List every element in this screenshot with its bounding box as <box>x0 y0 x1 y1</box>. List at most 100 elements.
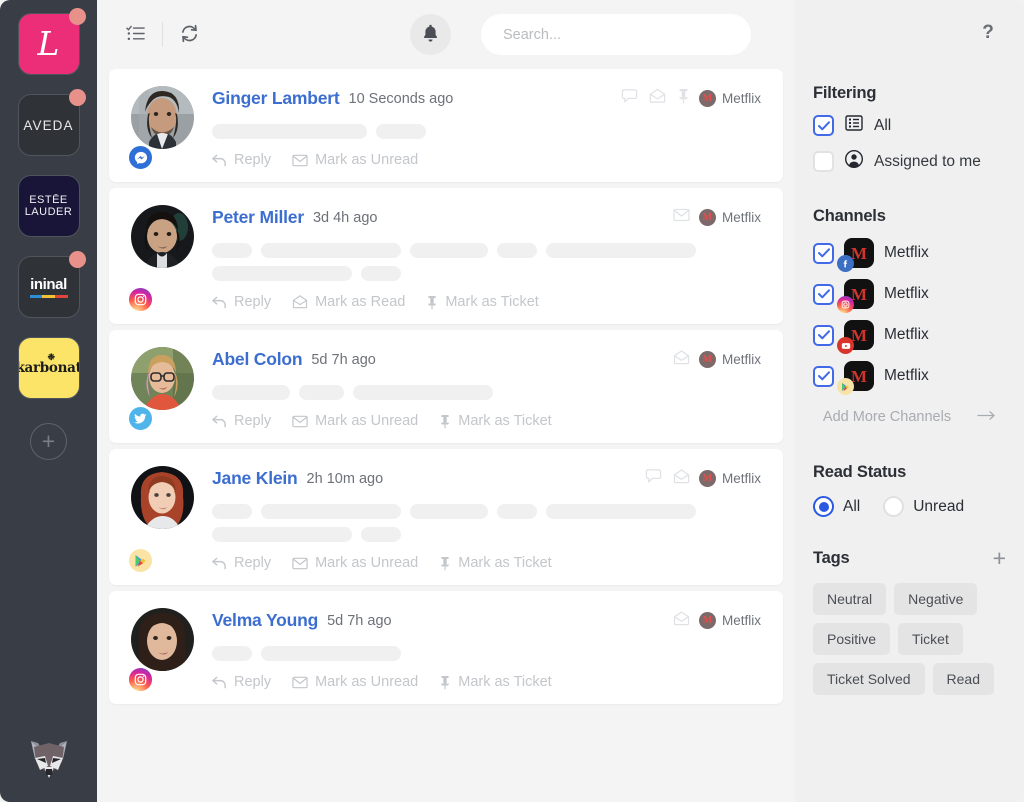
envelope-open-icon[interactable] <box>673 610 690 631</box>
brand-tile-loreal[interactable]: L <box>17 8 86 75</box>
source-avatar: M <box>698 90 716 107</box>
reply-action[interactable]: Reply <box>212 413 271 429</box>
mark-unread-action[interactable]: Mark as Unread <box>292 674 418 690</box>
channel-checkbox[interactable] <box>813 324 834 346</box>
card-header: Velma Young 5d 7h ago M Metflix <box>212 610 761 631</box>
reply-label: Reply <box>234 294 272 310</box>
mark-unread-action[interactable]: Mark as Unread <box>292 413 418 429</box>
skeleton-row <box>212 124 761 139</box>
message-card[interactable]: Jane Klein 2h 10m ago M Metflix Reply Ma… <box>109 449 783 585</box>
top-toolbar <box>97 0 795 69</box>
pin-icon[interactable] <box>677 88 690 109</box>
filter-option-assigned-to-me[interactable]: Assigned to me <box>813 149 1006 173</box>
sender-name[interactable]: Jane Klein <box>212 468 298 489</box>
filter-option-all[interactable]: All <box>813 115 1006 136</box>
skeleton-bar <box>546 243 696 258</box>
channel-row[interactable]: M Metflix <box>813 361 1006 395</box>
channel-avatar: M <box>837 279 874 313</box>
reply-action[interactable]: Reply <box>212 294 271 310</box>
mark-ticket-action[interactable]: Mark as Ticket <box>439 413 552 429</box>
message-card[interactable]: Ginger Lambert 10 Seconds ago M Metflix … <box>109 69 783 182</box>
channel-checkbox[interactable] <box>813 242 834 264</box>
arrow-right-icon <box>977 409 996 425</box>
envelope-open-icon[interactable] <box>673 468 690 489</box>
message-preview-skeleton <box>212 243 761 281</box>
tag-chip[interactable]: Negative <box>894 583 978 615</box>
reply-action[interactable]: Reply <box>212 152 271 168</box>
brand-logo-karbonat: ❉ karbonat <box>17 337 80 399</box>
channel-avatar: M <box>837 361 874 395</box>
pin-icon <box>426 295 438 310</box>
channel-row[interactable]: M Metflix <box>813 320 1006 354</box>
timestamp: 3d 4h ago <box>312 209 378 226</box>
mark-unread-action[interactable]: Mark as Unread <box>292 555 418 571</box>
mark-ticket-action[interactable]: Mark as Ticket <box>426 294 539 310</box>
sender-name[interactable]: Velma Young <box>212 610 318 631</box>
radio-all[interactable] <box>813 496 834 517</box>
brand-tile-ininal[interactable]: ininal <box>17 251 86 318</box>
add-tag-button[interactable]: + <box>993 547 1006 570</box>
read-status-title: Read Status <box>813 463 907 481</box>
channel-row[interactable]: M Metflix <box>813 238 1006 272</box>
message-card[interactable]: Velma Young 5d 7h ago M Metflix Reply Ma… <box>109 591 783 704</box>
channel-checkbox[interactable] <box>813 283 834 305</box>
mark-unread-action[interactable]: Mark as Unread <box>292 152 418 168</box>
sender-name[interactable]: Peter Miller <box>212 207 304 228</box>
tag-chip[interactable]: Positive <box>813 623 891 655</box>
ininal-color-bars <box>29 295 68 298</box>
timestamp: 2h 10m ago <box>306 470 384 487</box>
brand-tile-estee-lauder[interactable]: ESTĒE LAUDER <box>17 175 80 237</box>
add-more-channels-button[interactable]: Add More Channels <box>813 409 1006 425</box>
message-card[interactable]: Peter Miller 3d 4h ago M Metflix Reply M… <box>109 188 783 324</box>
channel-badge-googleplay <box>127 547 154 574</box>
avatar-wrapper <box>127 347 194 432</box>
card-body: Abel Colon 5d 7h ago M Metflix Reply Mar… <box>212 347 761 429</box>
tag-chip[interactable]: Ticket <box>898 623 963 655</box>
skeleton-row <box>212 646 761 661</box>
channel-name: Metflix <box>884 326 929 343</box>
add-brand-button[interactable]: + <box>30 423 67 460</box>
search-input[interactable] <box>481 14 751 55</box>
skeleton-bar <box>261 243 401 258</box>
skeleton-bar <box>212 243 252 258</box>
reply-action[interactable]: Reply <box>212 674 271 690</box>
card-header-icons <box>645 468 690 489</box>
source-chip: M Metflix <box>698 612 761 629</box>
message-card[interactable]: Abel Colon 5d 7h ago M Metflix Reply Mar… <box>109 330 783 443</box>
sender-name[interactable]: Ginger Lambert <box>212 88 340 109</box>
tag-chip[interactable]: Ticket Solved <box>813 663 925 695</box>
card-header: Peter Miller 3d 4h ago M Metflix <box>212 207 761 228</box>
notifications-button[interactable] <box>410 14 451 55</box>
channel-row[interactable]: M Metflix <box>813 279 1006 313</box>
channel-name: Metflix <box>884 244 929 261</box>
checkbox-all[interactable] <box>813 115 834 136</box>
envelope-open-icon[interactable] <box>649 88 666 109</box>
comment-icon[interactable] <box>645 468 662 489</box>
source-avatar: M <box>698 470 716 487</box>
center-column: Ginger Lambert 10 Seconds ago <box>97 0 795 802</box>
reply-icon <box>212 415 227 428</box>
reply-label: Reply <box>234 413 272 429</box>
mark-read-action[interactable]: Mark as Read <box>292 294 405 310</box>
tag-chip[interactable]: Read <box>932 663 994 695</box>
channel-checkbox[interactable] <box>813 365 834 387</box>
brand-tile-karbonat[interactable]: ❉ karbonat <box>17 337 80 399</box>
refresh-button[interactable] <box>169 14 210 55</box>
radio-unread[interactable] <box>883 496 905 517</box>
checkbox-assigned-to-me[interactable] <box>813 151 834 172</box>
envelope-icon[interactable] <box>673 208 690 227</box>
comment-icon[interactable] <box>621 88 638 109</box>
youtube-icon <box>837 337 854 354</box>
help-button[interactable]: ? <box>970 15 1006 51</box>
mark-unread-label: Mark as Unread <box>315 152 419 168</box>
tag-chip[interactable]: Neutral <box>813 583 887 615</box>
checklist-button[interactable] <box>115 14 156 55</box>
mark-ticket-action[interactable]: Mark as Ticket <box>439 555 552 571</box>
sender-name[interactable]: Abel Colon <box>212 349 303 370</box>
envelope-open-icon[interactable] <box>673 349 690 370</box>
avatar <box>131 608 194 671</box>
brand-tile-aveda[interactable]: AVEDA <box>17 89 86 156</box>
question-mark-icon: ? <box>982 22 994 43</box>
reply-action[interactable]: Reply <box>212 555 271 571</box>
mark-ticket-action[interactable]: Mark as Ticket <box>439 674 552 690</box>
